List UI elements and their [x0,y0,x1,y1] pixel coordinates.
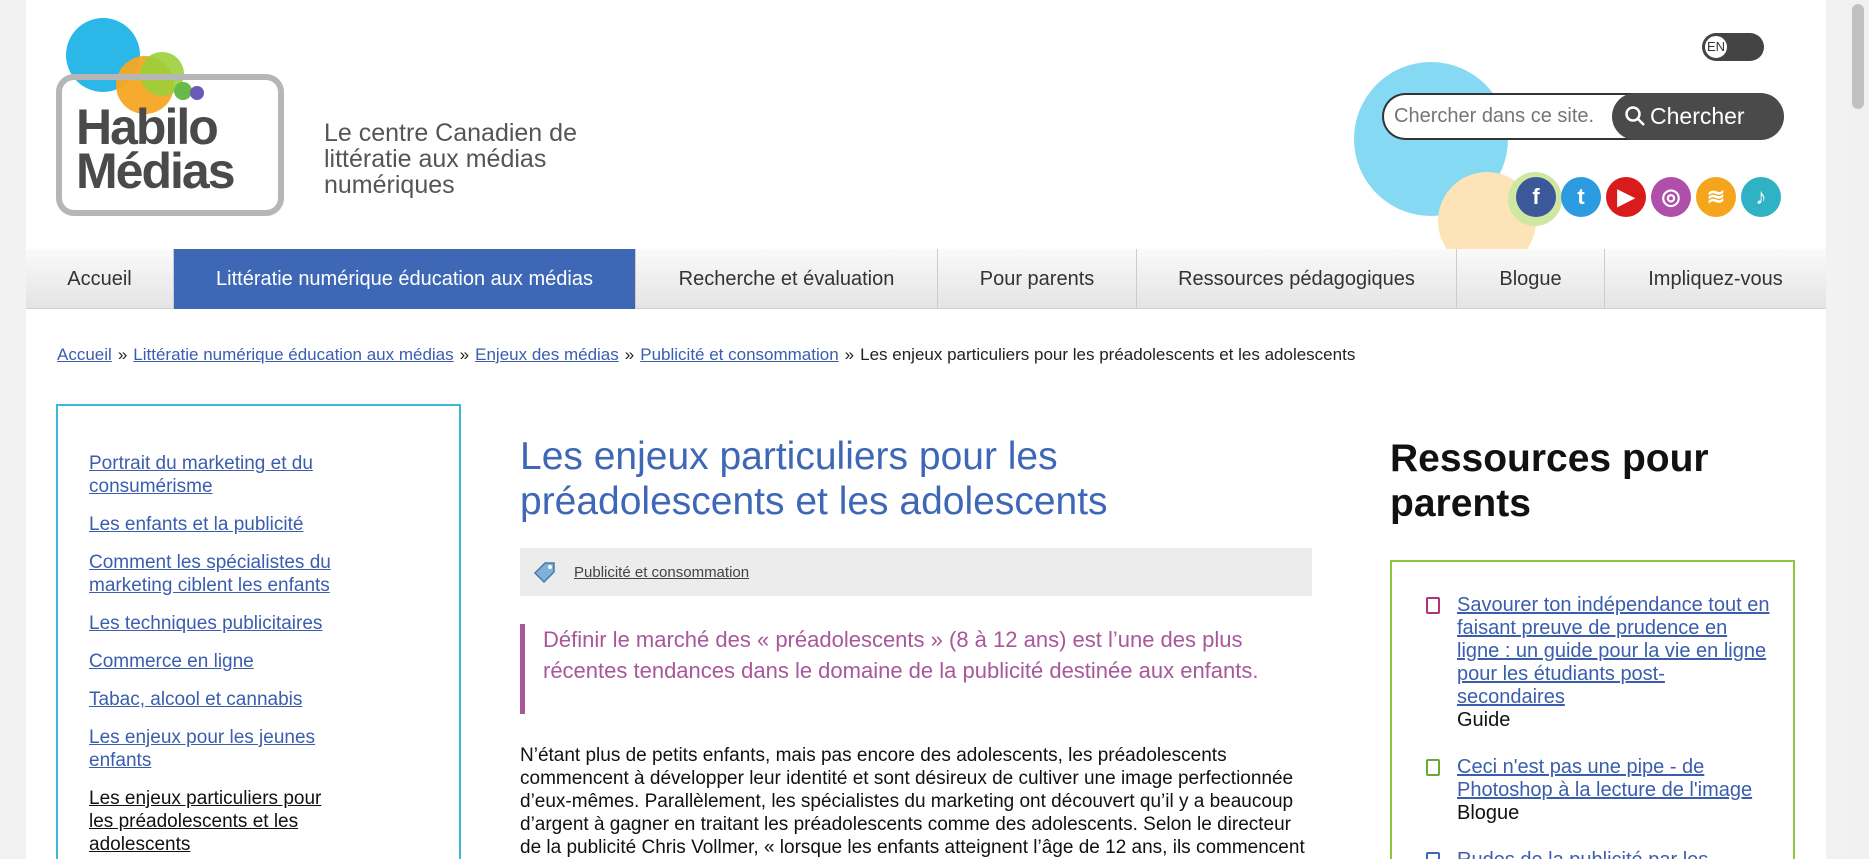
nav-item-0[interactable]: Accueil [26,249,174,309]
tag-icon [533,562,555,584]
resource-link[interactable]: Rudes de la publicité par les [1457,849,1772,859]
resources-title: Ressources pour parents [1390,437,1709,525]
search-button[interactable]: Chercher [1612,93,1784,140]
page: Habilo Médias Le centre Canadien de litt… [26,0,1826,859]
sidebar-item[interactable]: Les enjeux pour les jeunes enfants [89,726,349,772]
language-toggle[interactable]: EN [1702,33,1764,61]
search-input[interactable] [1382,93,1642,140]
breadcrumb-link[interactable]: Enjeux des médias [475,345,619,364]
page-title: Les enjeux particuliers pour les préadol… [520,435,1108,523]
twitter-icon[interactable]: t [1561,177,1601,217]
social-links: f t ▶ ◎ ≋ ♪ [1516,177,1781,217]
nav-item-5[interactable]: Blogue [1457,249,1605,309]
breadcrumb-link[interactable]: Accueil [57,345,112,364]
resource-type: Blogue [1457,802,1520,824]
main-nav: Accueil Littératie numérique éducation au… [26,249,1826,309]
breadcrumb: Accueil » Littératie numérique éducation a… [57,345,1355,365]
breadcrumb-separator: » [459,345,470,364]
page-scrollbar[interactable] [1848,0,1869,859]
sidebar-item[interactable]: Portrait du marketing et du consumérisme [89,452,349,498]
sidebar-item[interactable]: Les techniques publicitaires [89,612,349,635]
topic-tag-bar: Publicité et consommation [520,548,1312,596]
document-icon [1426,852,1440,859]
logo-word-medias: Médias [76,143,236,199]
sidebar-item[interactable]: Tabac, alcool et cannabis [89,688,349,711]
resource-item: Rudes de la publicité par les [1392,849,1772,859]
habilo-medias-logo[interactable]: Habilo Médias [56,18,316,223]
site-tagline: Le centre Canadien de littératie aux méd… [324,119,577,199]
sidebar-item[interactable]: Commerce en ligne [89,650,349,673]
sidebar-item[interactable]: Comment les spécialistes du marketing ci… [89,551,349,597]
search-form: Chercher [1382,93,1784,140]
guide-icon [1426,597,1440,614]
rss-icon[interactable]: ≋ [1696,177,1736,217]
resource-item: Savourer ton indépendance tout en faisan… [1392,594,1772,732]
breadcrumb-current: Les enjeux particuliers pour les préadol… [860,345,1356,364]
sidebar-item[interactable]: Les enfants et la publicité [89,513,349,536]
blog-icon [1426,759,1440,776]
section-sidebar: Portrait du marketing et du consumérisme… [56,404,461,859]
nav-item-4[interactable]: Ressources pédagogiques [1137,249,1457,309]
breadcrumb-link[interactable]: Publicité et consommation [640,345,838,364]
facebook-icon[interactable]: f [1516,177,1556,217]
resource-item: Ceci n'est pas une pipe - de Photoshop à… [1392,756,1772,825]
search-icon [1625,106,1645,126]
breadcrumb-separator: » [844,345,855,364]
resources-box: Savourer ton indépendance tout en faisan… [1390,560,1795,859]
resource-link[interactable]: Savourer ton indépendance tout en faisan… [1457,594,1772,709]
resource-type: Guide [1457,709,1511,731]
nav-item-3[interactable]: Pour parents [938,249,1137,309]
instagram-icon[interactable]: ◎ [1651,177,1691,217]
lead-paragraph: Définir le marché des « préadolescents »… [520,624,1312,714]
body-paragraph: N’étant plus de petits enfants, mais pas… [520,745,1305,858]
scrollbar-thumb[interactable] [1852,4,1864,109]
language-toggle-label: EN [1704,35,1728,59]
tiktok-icon[interactable]: ♪ [1741,177,1781,217]
search-button-label: Chercher [1650,103,1745,129]
breadcrumb-separator: » [624,345,635,364]
nav-item-1[interactable]: Littératie numérique éducation aux média… [174,249,636,309]
topic-tag-link[interactable]: Publicité et consommation [574,564,749,581]
youtube-icon[interactable]: ▶ [1606,177,1646,217]
main-content: Les enjeux particuliers pour les préadol… [520,434,1312,859]
resource-link[interactable]: Ceci n'est pas une pipe - de Photoshop à… [1457,756,1772,802]
breadcrumb-link[interactable]: Littératie numérique éducation aux média… [133,345,453,364]
sidebar-item[interactable]: Les enjeux particuliers pour les préadol… [89,787,349,856]
nav-item-2[interactable]: Recherche et évaluation [636,249,938,309]
breadcrumb-separator: » [117,345,128,364]
nav-item-6[interactable]: Impliquez-vous [1605,249,1826,309]
